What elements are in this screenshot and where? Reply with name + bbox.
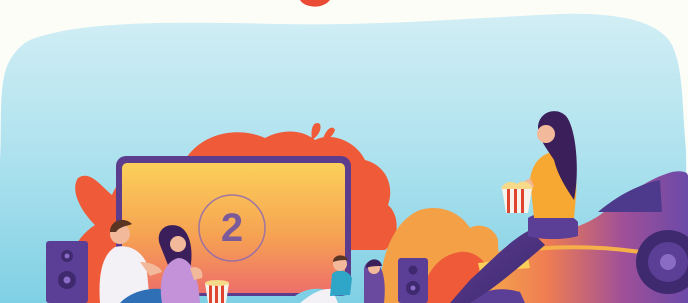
woman-sitting-right <box>364 259 385 303</box>
left-speaker-icon <box>46 241 88 303</box>
right-speaker-icon <box>398 258 428 303</box>
top-accent-shape <box>300 0 330 7</box>
drive-in-cinema-illustration: 2 <box>0 0 688 303</box>
drive-in-scene <box>0 0 688 303</box>
ground-popcorn-bucket-icon <box>205 280 229 303</box>
held-popcorn-bucket-icon <box>501 181 533 213</box>
